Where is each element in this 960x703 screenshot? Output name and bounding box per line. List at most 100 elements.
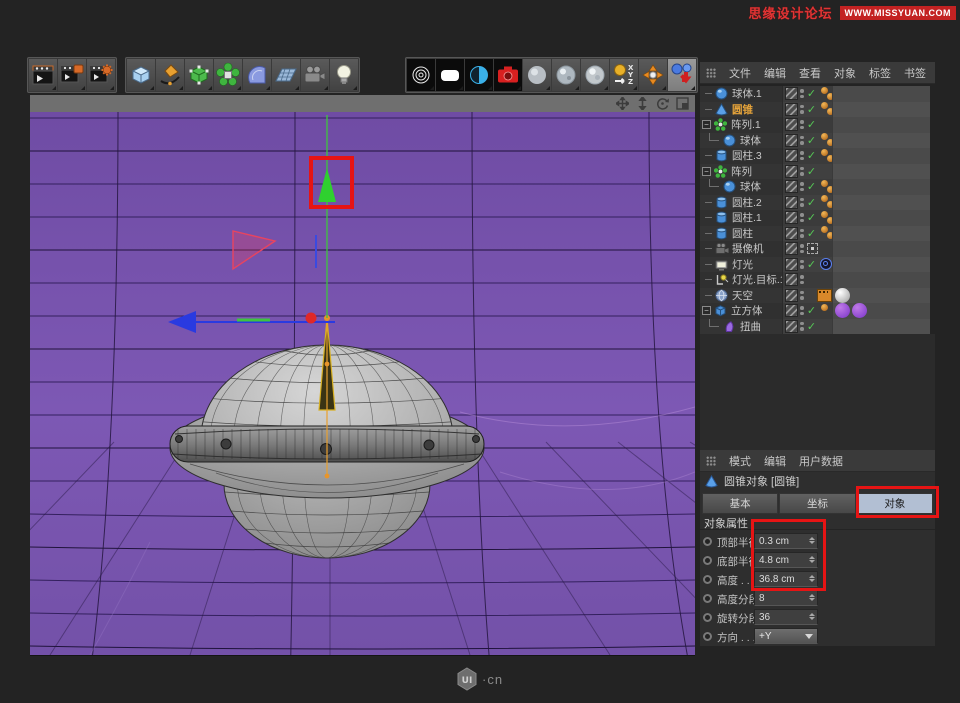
collapse-expander[interactable]: − <box>702 120 711 129</box>
enabled-check-icon[interactable]: ✓ <box>806 118 818 131</box>
object-name-cell[interactable]: 球体 <box>700 133 782 149</box>
zoom-view-icon[interactable] <box>636 97 649 110</box>
keyframe-circle-icon[interactable] <box>703 594 712 603</box>
layer-color-icon[interactable] <box>785 258 798 271</box>
light-rings-tag-icon[interactable] <box>820 258 832 270</box>
property-value-field[interactable]: 0.3 cm <box>754 533 818 549</box>
layer-color-icon[interactable] <box>785 165 798 178</box>
floor-grid-icon[interactable] <box>272 59 300 91</box>
am-menu-item-3[interactable]: 用户数据 <box>799 453 843 469</box>
render-view-icon[interactable] <box>29 59 57 91</box>
object-row-圆柱.3[interactable]: 圆柱.3✓ <box>700 148 935 164</box>
layer-color-icon[interactable] <box>785 211 798 224</box>
visibility-dots[interactable] <box>800 182 804 191</box>
object-row-阵列.1[interactable]: −阵列.1✓ <box>700 117 935 133</box>
enabled-check-icon[interactable]: ✓ <box>806 320 818 333</box>
target-light-object-icon[interactable] <box>714 273 729 287</box>
bend-object-icon[interactable] <box>722 319 737 333</box>
enabled-check-icon[interactable]: ✓ <box>806 165 818 178</box>
rotate-view-icon[interactable] <box>656 97 669 110</box>
move-view-icon[interactable] <box>616 97 629 110</box>
visibility-dots[interactable] <box>800 151 804 160</box>
om-menu-item-6[interactable]: 书签 <box>904 65 926 81</box>
property-value-field[interactable]: 36.8 cm <box>754 571 818 587</box>
sphere-object-icon[interactable] <box>722 133 737 147</box>
render-region-icon[interactable] <box>436 59 464 91</box>
om-menu-item-2[interactable]: 编辑 <box>764 65 786 81</box>
value-stepper[interactable] <box>809 575 815 583</box>
visibility-dots[interactable] <box>800 306 804 315</box>
enabled-check-icon[interactable]: ✓ <box>806 134 818 147</box>
light-object-icon[interactable] <box>714 257 729 271</box>
object-label[interactable]: 天空 <box>732 288 753 303</box>
value-stepper[interactable] <box>809 594 815 602</box>
object-label[interactable]: 球体 <box>740 179 761 194</box>
axis-lock-icon[interactable] <box>639 59 667 91</box>
object-label[interactable]: 球体.1 <box>732 86 762 101</box>
object-name-cell[interactable]: −阵列 <box>700 164 782 180</box>
visibility-dots[interactable] <box>800 89 804 98</box>
keyframe-circle-icon[interactable] <box>703 575 712 584</box>
material-sphere-3-icon[interactable] <box>581 59 609 91</box>
sphere-object-icon[interactable] <box>722 180 737 194</box>
panel-grip-icon[interactable] <box>706 68 716 78</box>
enabled-check-icon[interactable]: ✓ <box>806 196 818 209</box>
editable-cube-icon[interactable] <box>185 59 213 91</box>
property-value-field[interactable]: 36 <box>754 609 818 625</box>
tab-坐标[interactable]: 坐标 <box>779 493 855 514</box>
layer-color-icon[interactable] <box>785 196 798 209</box>
panel-grip-icon[interactable] <box>706 456 716 466</box>
render-picture-icon[interactable] <box>494 59 522 91</box>
visibility-dots[interactable] <box>800 322 804 331</box>
object-row-阵列[interactable]: −阵列 ✓ <box>700 164 935 180</box>
object-tree-empty-area[interactable] <box>700 334 935 450</box>
object-label[interactable]: 圆柱 <box>732 226 753 241</box>
om-menu-item-4[interactable]: 对象 <box>834 65 856 81</box>
object-name-cell[interactable]: 摄像机 <box>700 241 782 257</box>
object-label[interactable]: 摄像机 <box>732 241 764 256</box>
keyframe-circle-icon[interactable] <box>703 537 712 546</box>
am-menu-item-2[interactable]: 编辑 <box>764 453 786 469</box>
3d-scene-canvas[interactable] <box>30 112 695 655</box>
enabled-check-icon[interactable]: ✓ <box>806 258 818 271</box>
material-purple-tag-icon[interactable] <box>835 303 850 318</box>
render-target-icon[interactable] <box>407 59 435 91</box>
layer-color-icon[interactable] <box>785 87 798 100</box>
object-row-天空[interactable]: 天空 <box>700 288 935 304</box>
object-label[interactable]: 圆柱.2 <box>732 195 762 210</box>
camera-object-icon[interactable] <box>714 242 729 256</box>
om-menu-item-3[interactable]: 查看 <box>799 65 821 81</box>
material-purple-tag-icon[interactable] <box>852 303 867 318</box>
object-name-cell[interactable]: 球体.1 <box>700 86 782 102</box>
layer-color-icon[interactable] <box>785 304 798 317</box>
enabled-check-icon[interactable]: ✓ <box>806 180 818 193</box>
keyframe-circle-icon[interactable] <box>703 613 712 622</box>
camera-active-icon[interactable] <box>807 243 818 254</box>
object-label[interactable]: 扭曲 <box>740 319 761 334</box>
maximize-view-icon[interactable] <box>676 97 689 110</box>
object-row-圆柱[interactable]: 圆柱✓ <box>700 226 935 242</box>
object-label[interactable]: 圆柱.3 <box>732 148 762 163</box>
object-label[interactable]: 灯光 <box>732 257 753 272</box>
camera-tool-icon[interactable] <box>301 59 329 91</box>
layer-color-icon[interactable] <box>785 289 798 302</box>
visibility-dots[interactable] <box>800 213 804 222</box>
object-name-cell[interactable]: 天空 <box>700 288 782 304</box>
cylinder-object-icon[interactable] <box>714 195 729 209</box>
layer-color-icon[interactable] <box>785 103 798 116</box>
object-label[interactable]: 圆柱.1 <box>732 210 762 225</box>
object-name-cell[interactable]: 圆柱 <box>700 226 782 242</box>
object-name-cell[interactable]: −立方体 <box>700 303 782 319</box>
object-row-圆锥[interactable]: 圆锥✓ <box>700 102 935 118</box>
keyframe-circle-icon[interactable] <box>703 632 712 641</box>
collapse-expander[interactable]: − <box>702 306 711 315</box>
object-row-球体.1[interactable]: 球体.1✓ <box>700 86 935 102</box>
render-team-icon[interactable] <box>58 59 86 91</box>
om-menu-item-5[interactable]: 标签 <box>869 65 891 81</box>
layer-color-icon[interactable] <box>785 320 798 333</box>
object-label[interactable]: 阵列 <box>731 164 752 179</box>
enabled-check-icon[interactable]: ✓ <box>806 211 818 224</box>
om-menu-item-1[interactable]: 文件 <box>729 65 751 81</box>
object-name-cell[interactable]: 灯光 <box>700 257 782 273</box>
enabled-check-icon[interactable]: ✓ <box>806 103 818 116</box>
